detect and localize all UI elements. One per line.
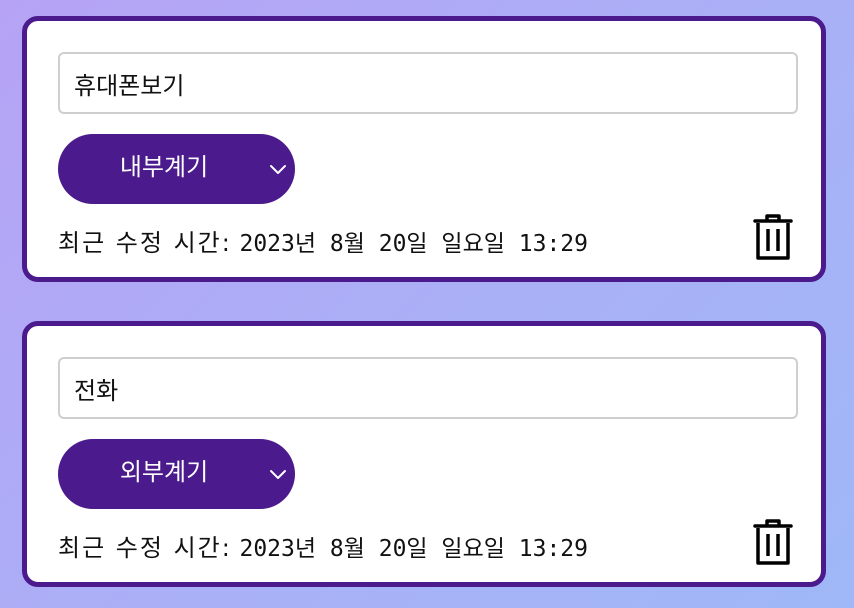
last-modified-value: 2023년 8월 20일 일요일 13:29 (239, 231, 588, 257)
category-label: 내부계기 (119, 153, 209, 181)
last-modified-label: 최근 수정 시간: (58, 229, 232, 257)
note-card: 내부계기 최근 수정 시간: 2023년 8월 20일 일요일 13:29 (22, 16, 826, 282)
trash-icon[interactable] (753, 213, 793, 261)
last-modified-value: 2023년 8월 20일 일요일 13:29 (239, 536, 588, 562)
trash-icon[interactable] (753, 518, 793, 566)
category-dropdown[interactable]: 내부계기 (58, 134, 295, 204)
chevron-down-icon (270, 165, 286, 174)
category-dropdown[interactable]: 외부계기 (58, 439, 295, 509)
title-input[interactable] (58, 357, 798, 419)
chevron-down-icon (270, 470, 286, 479)
last-modified-label: 최근 수정 시간: (58, 534, 232, 562)
last-modified: 최근 수정 시간: 2023년 8월 20일 일요일 13:29 (58, 225, 588, 261)
category-label: 외부계기 (119, 458, 209, 486)
last-modified: 최근 수정 시간: 2023년 8월 20일 일요일 13:29 (58, 530, 588, 566)
note-card: 외부계기 최근 수정 시간: 2023년 8월 20일 일요일 13:29 (22, 321, 826, 587)
title-input[interactable] (58, 52, 798, 114)
